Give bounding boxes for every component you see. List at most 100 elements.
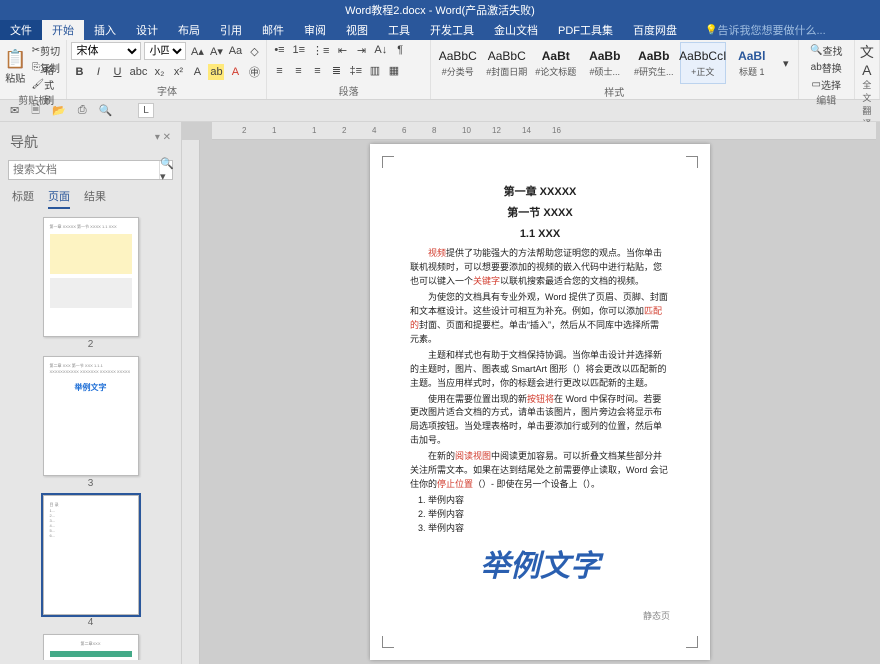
change-case-icon[interactable]: Aa bbox=[227, 43, 243, 59]
style-item-6[interactable]: AaBl标题 1 bbox=[729, 42, 775, 84]
group-clipboard: 📋 粘贴 ✂ 剪切 ⎘ 复制 🖌 格式刷 剪贴板 bbox=[0, 40, 67, 99]
menu-references[interactable]: 引用 bbox=[210, 20, 252, 40]
sort-icon[interactable]: A↓ bbox=[372, 42, 389, 58]
borders-icon[interactable]: ▦ bbox=[386, 63, 402, 79]
thumbnail-3[interactable]: 第二章 XXX 第一节 XXX 1.1.1 XXXXXXXXXXX XXXXXX… bbox=[43, 356, 139, 489]
nav-searchbox[interactable]: 🔍▾ bbox=[8, 160, 173, 180]
replace-button[interactable]: ab 替换 bbox=[803, 59, 850, 75]
qat-open-icon[interactable]: 📂 bbox=[52, 104, 66, 117]
group-font: 宋体 小四 A▴ A▾ Aa ◇ B I U abc x₂ x² A ab A … bbox=[67, 40, 267, 99]
group-translate: 文A 全文翻译 bbox=[855, 40, 880, 99]
align-right-icon[interactable]: ≡ bbox=[309, 63, 325, 79]
line-spacing-icon[interactable]: ‡≡ bbox=[347, 63, 364, 79]
menu-view[interactable]: 视图 bbox=[336, 20, 378, 40]
nav-title: 导航▾ ✕ bbox=[10, 132, 171, 152]
qat-email-icon[interactable]: ✉ bbox=[10, 104, 19, 117]
strike-button[interactable]: abc bbox=[128, 64, 148, 80]
heading-3: 1.1 XXX bbox=[410, 226, 670, 243]
styles-more-icon[interactable]: ▾ bbox=[778, 55, 794, 71]
multilevel-icon[interactable]: ⋮≡ bbox=[310, 42, 331, 58]
thumbnail-2[interactable]: 第一章 XXXXX 第一节 XXXX 1.1 XXX 2 bbox=[43, 217, 139, 350]
paste-icon: 📋 bbox=[4, 49, 26, 70]
menu-devtools[interactable]: 开发工具 bbox=[420, 20, 484, 40]
title-text: Word教程2.docx - Word(产品激活失败) bbox=[345, 2, 535, 18]
menu-baidu[interactable]: 百度网盘 bbox=[623, 20, 687, 40]
decrease-indent-icon[interactable]: ⇤ bbox=[334, 42, 350, 58]
select-button[interactable]: ▭ 选择 bbox=[803, 76, 850, 92]
group-editing: 🔍 查找 ab 替换 ▭ 选择 编辑 bbox=[799, 40, 855, 99]
increase-font-icon[interactable]: A▴ bbox=[189, 43, 205, 59]
underline-button[interactable]: U bbox=[109, 64, 125, 80]
bold-button[interactable]: B bbox=[71, 64, 87, 80]
translate-icon[interactable]: 文A bbox=[859, 42, 875, 78]
document-page[interactable]: 第一章 XXXXX 第一节 XXXX 1.1 XXX 视频提供了功能强大的方法帮… bbox=[370, 144, 710, 660]
example-list: 举例内容 举例内容 举例内容 bbox=[428, 494, 670, 536]
qat-quickprint-icon[interactable]: ⎙ bbox=[78, 104, 87, 117]
vertical-ruler[interactable] bbox=[182, 140, 200, 664]
nav-close-icon[interactable]: ▾ ✕ bbox=[155, 132, 171, 143]
find-button[interactable]: 🔍 查找 bbox=[803, 42, 850, 58]
styles-gallery[interactable]: AaBbC#分类号 AaBbC#封面日期 AaBt#论文标题 AaBb#硕士..… bbox=[435, 42, 794, 84]
superscript-button[interactable]: x² bbox=[170, 64, 186, 80]
menu-insert[interactable]: 插入 bbox=[84, 20, 126, 40]
menu-mailings[interactable]: 邮件 bbox=[252, 20, 294, 40]
text-effect-icon[interactable]: A bbox=[189, 64, 205, 80]
tab-results[interactable]: 结果 bbox=[84, 188, 106, 209]
cut-button[interactable]: ✂ 剪切 bbox=[29, 42, 62, 58]
nav-tabs: 标题 页面 结果 bbox=[12, 188, 169, 209]
show-marks-icon[interactable]: ¶ bbox=[392, 42, 408, 58]
style-item-0[interactable]: AaBbC#分类号 bbox=[435, 42, 481, 84]
tab-pages[interactable]: 页面 bbox=[48, 188, 70, 209]
qat-l-button[interactable]: L bbox=[138, 103, 154, 118]
document-area[interactable]: 21 12 46 810 1214 16 第一章 XXXXX 第一节 XXXX … bbox=[182, 122, 880, 664]
font-name-select[interactable]: 宋体 bbox=[71, 42, 141, 60]
menu-design[interactable]: 设计 bbox=[126, 20, 168, 40]
justify-icon[interactable]: ≣ bbox=[328, 63, 344, 79]
horizontal-ruler[interactable]: 21 12 46 810 1214 16 bbox=[212, 122, 876, 140]
font-group-label: 字体 bbox=[71, 83, 262, 98]
italic-button[interactable]: I bbox=[90, 64, 106, 80]
format-painter-button[interactable]: 🖌 格式刷 bbox=[29, 76, 62, 92]
paste-button[interactable]: 📋 粘贴 bbox=[4, 49, 26, 85]
menu-tools[interactable]: 工具 bbox=[378, 20, 420, 40]
menu-pdf[interactable]: PDF工具集 bbox=[548, 20, 623, 40]
decrease-font-icon[interactable]: A▾ bbox=[208, 43, 224, 59]
para-5: 在新的阅读视图中阅读更加容易。可以折叠文档某些部分并关注所需文本。如果在达到结尾… bbox=[410, 450, 670, 492]
thumbnail-5[interactable]: 第二章XXX bbox=[43, 634, 139, 660]
highlight-button[interactable]: ab bbox=[208, 64, 224, 80]
qat-preview-icon[interactable]: 🔍 bbox=[99, 104, 113, 117]
style-item-2[interactable]: AaBt#论文标题 bbox=[533, 42, 579, 84]
title-bar: Word教程2.docx - Word(产品激活失败) bbox=[0, 0, 880, 20]
subscript-button[interactable]: x₂ bbox=[151, 64, 167, 80]
font-color-button[interactable]: A bbox=[227, 64, 243, 80]
big-example-text: 举例文字 bbox=[410, 544, 670, 591]
style-item-1[interactable]: AaBbC#封面日期 bbox=[484, 42, 530, 84]
style-item-3[interactable]: AaBb#硕士... bbox=[582, 42, 628, 84]
numbering-icon[interactable]: 1≡ bbox=[290, 42, 307, 58]
menu-review[interactable]: 审阅 bbox=[294, 20, 336, 40]
search-icon[interactable]: 🔍▾ bbox=[159, 161, 174, 179]
menu-jinshan[interactable]: 金山文档 bbox=[484, 20, 548, 40]
menu-home[interactable]: 开始 bbox=[42, 20, 84, 40]
style-item-5[interactable]: AaBbCcI+正文 bbox=[680, 42, 726, 84]
bullets-icon[interactable]: •≡ bbox=[271, 42, 287, 58]
thumbnail-list[interactable]: 第一章 XXXXX 第一节 XXXX 1.1 XXX 2 第二章 XXX 第一节… bbox=[8, 215, 173, 660]
menu-layout[interactable]: 布局 bbox=[168, 20, 210, 40]
para-2: 为使您的文档具有专业外观，Word 提供了页眉、页脚、封面和文本框设计。这些设计… bbox=[410, 291, 670, 347]
enclose-char-icon[interactable]: ㊥ bbox=[246, 64, 262, 80]
align-center-icon[interactable]: ≡ bbox=[290, 63, 306, 79]
search-input[interactable] bbox=[9, 161, 159, 179]
style-item-4[interactable]: AaBb#研究生... bbox=[631, 42, 677, 84]
menu-file[interactable]: 文件 bbox=[0, 20, 42, 40]
thumbnail-4[interactable]: 目 录1...2...3...4...5...6... 4 bbox=[43, 495, 139, 628]
group-paragraph: •≡ 1≡ ⋮≡ ⇤ ⇥ A↓ ¶ ≡ ≡ ≡ ≣ ‡≡ ▥ ▦ 段落 bbox=[267, 40, 430, 99]
align-left-icon[interactable]: ≡ bbox=[271, 63, 287, 79]
tellme-search[interactable]: 告诉我您想要做什么... bbox=[695, 20, 836, 40]
shading-icon[interactable]: ▥ bbox=[367, 63, 383, 79]
quick-access-toolbar: ✉ 🗎 📂 ⎙ 🔍 L bbox=[0, 100, 880, 122]
increase-indent-icon[interactable]: ⇥ bbox=[353, 42, 369, 58]
qat-new-icon[interactable]: 🗎 bbox=[31, 101, 40, 120]
font-size-select[interactable]: 小四 bbox=[144, 42, 186, 60]
tab-headings[interactable]: 标题 bbox=[12, 188, 34, 209]
clear-format-icon[interactable]: ◇ bbox=[246, 43, 262, 59]
